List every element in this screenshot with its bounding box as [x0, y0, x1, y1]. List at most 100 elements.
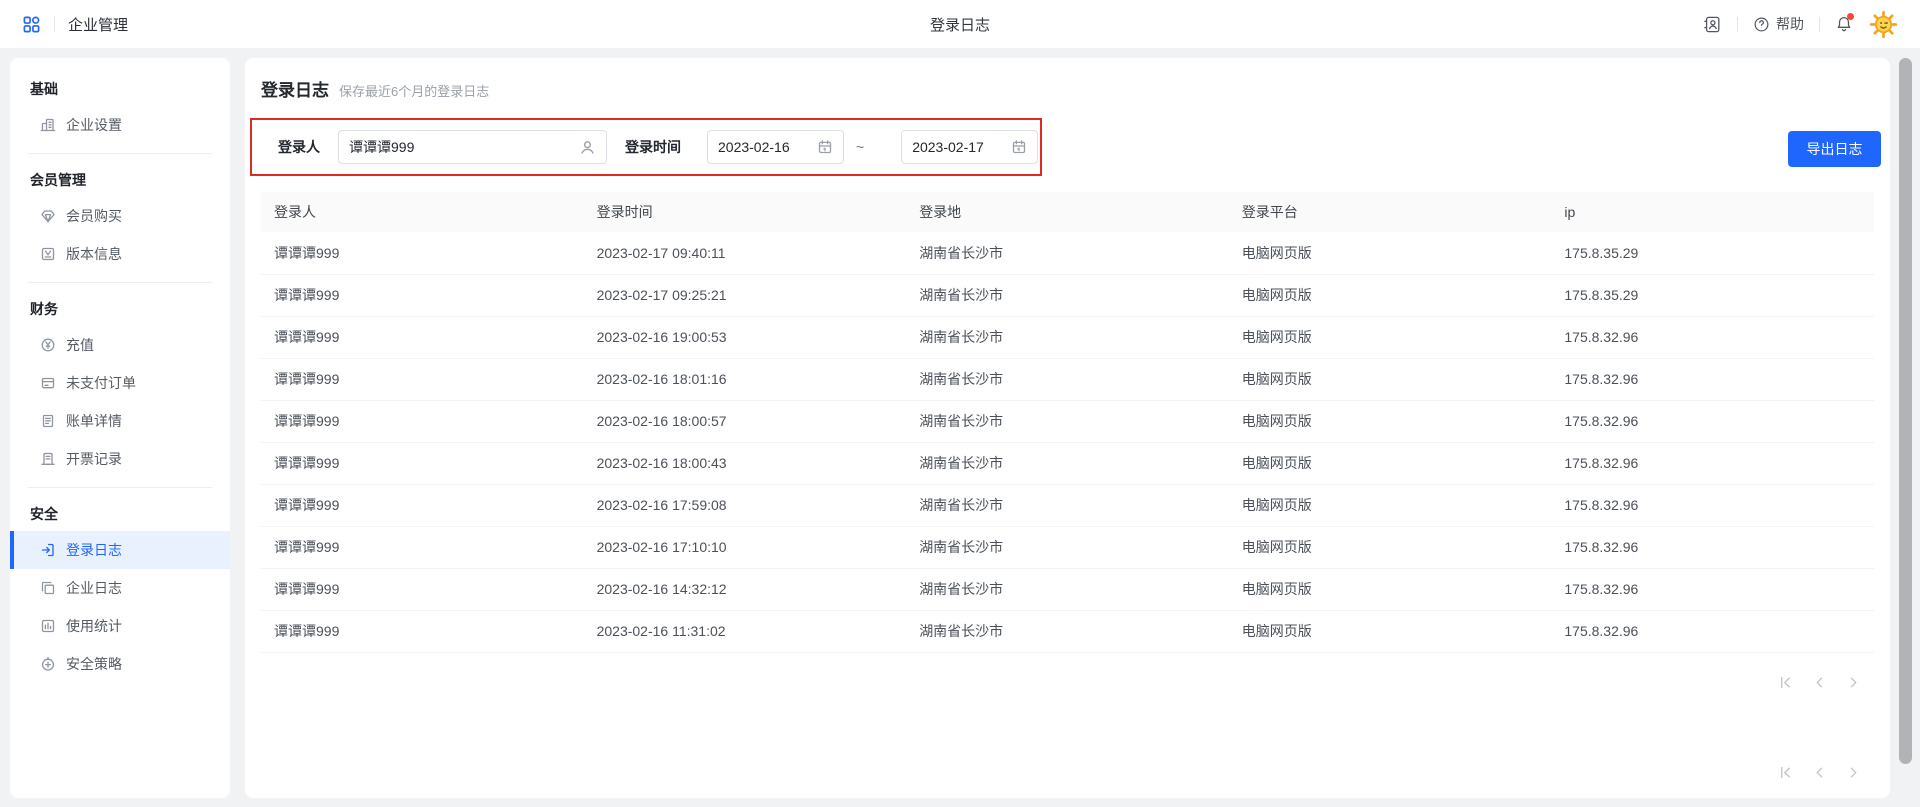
table-cell: 175.8.32.96: [1551, 568, 1874, 610]
export-log-button[interactable]: 导出日志: [1788, 131, 1881, 167]
chevron-right-button[interactable]: [1844, 674, 1862, 692]
first-page-button[interactable]: [1776, 763, 1794, 781]
recharge-icon: [40, 337, 56, 353]
column-header: 登录平台: [1229, 192, 1552, 232]
table-cell: 电脑网页版: [1229, 274, 1552, 316]
header-divider: [1819, 17, 1820, 32]
table-cell: 175.8.32.96: [1551, 316, 1874, 358]
sidebar-item-login-log[interactable]: 登录日志: [10, 531, 230, 569]
sidebar-item-version-info[interactable]: 版本信息: [10, 235, 230, 273]
table-row[interactable]: 谭谭谭9992023-02-16 17:10:10湖南省长沙市电脑网页版175.…: [261, 526, 1874, 568]
table-cell: 电脑网页版: [1229, 526, 1552, 568]
table-row[interactable]: 谭谭谭9992023-02-17 09:25:21湖南省长沙市电脑网页版175.…: [261, 274, 1874, 316]
first-page-button[interactable]: [1776, 674, 1794, 692]
date-to-picker[interactable]: 2023-02-17: [901, 130, 1038, 164]
apps-grid-icon[interactable]: [22, 15, 41, 34]
notification-bell-button[interactable]: [1835, 15, 1853, 33]
sidebar-item-recharge[interactable]: 充值: [10, 326, 230, 364]
table-cell: 175.8.35.29: [1551, 274, 1874, 316]
table-cell: 电脑网页版: [1229, 484, 1552, 526]
table-cell: 电脑网页版: [1229, 358, 1552, 400]
table-cell: 2023-02-16 17:10:10: [584, 526, 907, 568]
sidebar-item-label: 企业设置: [66, 115, 122, 135]
help-button[interactable]: 帮助: [1753, 14, 1804, 34]
table-cell: 175.8.32.96: [1551, 484, 1874, 526]
sidebar-section-title: 安全: [10, 497, 230, 531]
table-cell: 湖南省长沙市: [906, 568, 1229, 610]
sidebar-item-label: 充值: [66, 335, 94, 355]
chevron-left-button[interactable]: [1810, 763, 1828, 781]
sidebar-section-title: 财务: [10, 292, 230, 326]
date-range-separator: ~: [856, 139, 864, 155]
sidebar-item-label: 登录日志: [66, 540, 122, 560]
calendar-icon: [817, 139, 833, 155]
table-row[interactable]: 谭谭谭9992023-02-16 17:59:08湖南省长沙市电脑网页版175.…: [261, 484, 1874, 526]
pagination: [261, 674, 1874, 692]
table-row[interactable]: 谭谭谭9992023-02-16 19:00:53湖南省长沙市电脑网页版175.…: [261, 316, 1874, 358]
filter-row: 登录人 登录时间 2023-02-16 ~ 2023-02-17: [261, 118, 1874, 176]
login-user-input[interactable]: [349, 139, 573, 155]
table-cell: 湖南省长沙市: [906, 400, 1229, 442]
table-cell: 175.8.32.96: [1551, 526, 1874, 568]
login-log-icon: [40, 542, 56, 558]
table-cell: 湖南省长沙市: [906, 484, 1229, 526]
question-circle-icon: [1753, 16, 1770, 33]
usage-stats-icon: [40, 618, 56, 634]
table-cell: 湖南省长沙市: [906, 610, 1229, 652]
date-to-value: 2023-02-17: [912, 139, 984, 155]
sidebar-item-bill-details[interactable]: 账单详情: [10, 402, 230, 440]
first-page-icon: [1778, 675, 1793, 690]
sidebar-item-unpaid-orders[interactable]: 未支付订单: [10, 364, 230, 402]
table-cell: 2023-02-17 09:25:21: [584, 274, 907, 316]
sidebar-item-label: 使用统计: [66, 616, 122, 636]
sidebar-item-enterprise-settings[interactable]: 企业设置: [10, 106, 230, 144]
table-cell: 2023-02-16 18:00:43: [584, 442, 907, 484]
sidebar-item-label: 账单详情: [66, 411, 122, 431]
person-icon: [579, 139, 596, 156]
table-cell: 谭谭谭999: [261, 400, 584, 442]
table-row[interactable]: 谭谭谭9992023-02-17 09:40:11湖南省长沙市电脑网页版175.…: [261, 232, 1874, 274]
table-header-row: 登录人登录时间登录地登录平台ip: [261, 192, 1874, 232]
table-body: 谭谭谭9992023-02-17 09:40:11湖南省长沙市电脑网页版175.…: [261, 232, 1874, 652]
table-row[interactable]: 谭谭谭9992023-02-16 18:01:16湖南省长沙市电脑网页版175.…: [261, 358, 1874, 400]
table-cell: 2023-02-16 18:00:57: [584, 400, 907, 442]
header-divider: [54, 16, 55, 32]
column-header: 登录地: [906, 192, 1229, 232]
table-row[interactable]: 谭谭谭9992023-02-16 14:32:12湖南省长沙市电脑网页版175.…: [261, 568, 1874, 610]
table-cell: 谭谭谭999: [261, 526, 584, 568]
table-cell: 电脑网页版: [1229, 568, 1552, 610]
table-cell: 2023-02-16 18:01:16: [584, 358, 907, 400]
table-cell: 谭谭谭999: [261, 316, 584, 358]
table-row[interactable]: 谭谭谭9992023-02-16 11:31:02湖南省长沙市电脑网页版175.…: [261, 610, 1874, 652]
chevron-right-button[interactable]: [1844, 763, 1862, 781]
vertical-scrollbar-thumb[interactable]: [1899, 58, 1912, 764]
contacts-icon[interactable]: [1703, 15, 1722, 34]
page-title: 登录日志: [261, 76, 329, 101]
sidebar-item-invoice-records[interactable]: 开票记录: [10, 440, 230, 478]
app-title: 企业管理: [68, 14, 128, 35]
table-row[interactable]: 谭谭谭9992023-02-16 18:00:43湖南省长沙市电脑网页版175.…: [261, 442, 1874, 484]
table-cell: 湖南省长沙市: [906, 526, 1229, 568]
chevron-right-icon: [1846, 765, 1861, 780]
sidebar-item-usage-statistics[interactable]: 使用统计: [10, 607, 230, 645]
table-cell: 湖南省长沙市: [906, 274, 1229, 316]
login-log-table: 登录人登录时间登录地登录平台ip 谭谭谭9992023-02-17 09:40:…: [261, 192, 1874, 653]
table-cell: 2023-02-16 19:00:53: [584, 316, 907, 358]
table-cell: 谭谭谭999: [261, 610, 584, 652]
sidebar-divider: [28, 487, 212, 488]
table-row[interactable]: 谭谭谭9992023-02-16 18:00:57湖南省长沙市电脑网页版175.…: [261, 400, 1874, 442]
avatar[interactable]: [1868, 9, 1898, 39]
date-from-picker[interactable]: 2023-02-16: [707, 130, 844, 164]
sidebar-item-label: 版本信息: [66, 244, 122, 264]
sidebar-item-enterprise-log[interactable]: 企业日志: [10, 569, 230, 607]
sidebar-item-membership-purchase[interactable]: 会员购买: [10, 197, 230, 235]
membership-icon: [40, 208, 56, 224]
invoice-icon: [40, 451, 56, 467]
bill-detail-icon: [40, 413, 56, 429]
chevron-left-icon: [1812, 675, 1827, 690]
sidebar-item-label: 企业日志: [66, 578, 122, 598]
column-header: 登录时间: [584, 192, 907, 232]
sidebar-item-security-policy[interactable]: 安全策略: [10, 645, 230, 683]
table-cell: 175.8.35.29: [1551, 232, 1874, 274]
chevron-left-button[interactable]: [1810, 674, 1828, 692]
